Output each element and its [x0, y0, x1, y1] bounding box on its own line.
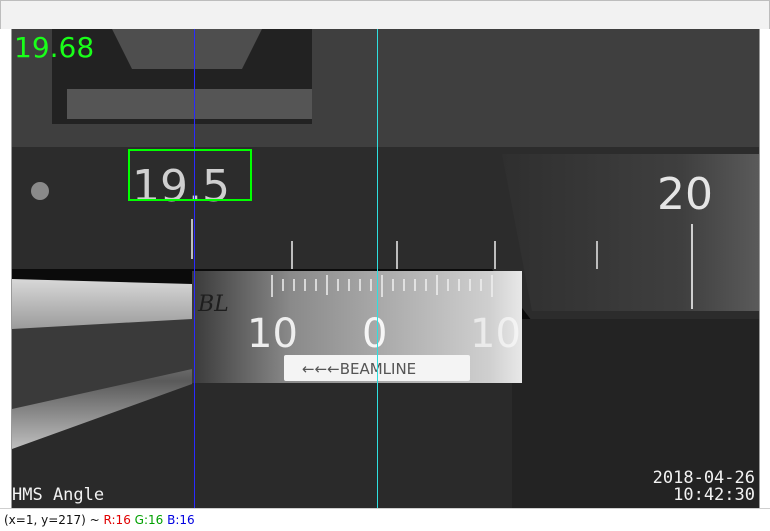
status-bar: (x=1, y=217) ~ R:16 G:16 B:16: [0, 508, 770, 530]
screw-icon: [31, 182, 49, 200]
scale-number-center: 0: [362, 311, 387, 357]
pixel-green-value: G:16: [134, 513, 164, 527]
handwritten-bl: BL: [197, 292, 229, 317]
roi-box[interactable]: [128, 149, 252, 201]
pixel-blue-value: B:16: [167, 513, 195, 527]
window-titlebar[interactable]: [0, 0, 770, 29]
angle-readout: 19.68: [14, 31, 95, 64]
camera-name-label: HMS Angle: [12, 485, 105, 505]
hex-nut: [112, 29, 262, 69]
scale-number-left: 10: [247, 311, 298, 357]
scale-number-right: 10: [470, 311, 521, 357]
cursor-coords: (x=1, y=217) ~: [4, 513, 100, 527]
camera-image-canvas[interactable]: 19.5 20 10 0 10 BL ←←←BEAMLINE 19.68 HMS…: [11, 29, 760, 508]
timestamp-time: 10:42:30: [673, 485, 755, 505]
timestamp: 2018-04-26 10:42:30: [653, 470, 755, 504]
camera-scene: 19.5 20 10 0 10 BL ←←←BEAMLINE: [12, 29, 759, 508]
beamline-label: ←←←BEAMLINE: [302, 360, 416, 378]
pixel-red-value: R:16: [103, 513, 131, 527]
arm-gradient: [502, 154, 759, 311]
blue-cursor-line: [194, 29, 195, 508]
arm-label-twenty: 20: [657, 169, 713, 220]
cyan-cursor-line: [377, 29, 378, 508]
mount-ledge: [67, 89, 312, 119]
